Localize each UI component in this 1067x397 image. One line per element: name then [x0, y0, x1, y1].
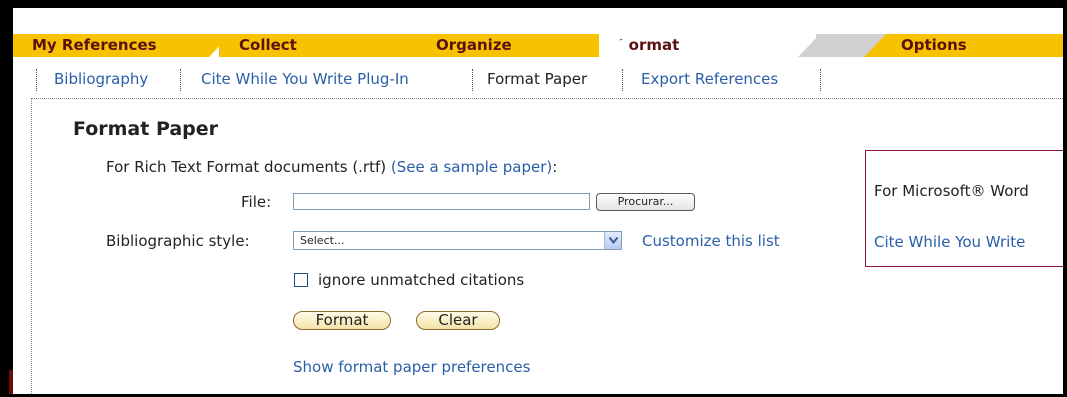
- customize-list-link[interactable]: Customize this list: [642, 232, 780, 250]
- tab-divider: [798, 34, 820, 57]
- tab-my-references[interactable]: My References: [13, 34, 219, 57]
- rtf-intro-colon: :: [552, 158, 558, 176]
- cite-while-you-write-link[interactable]: Cite While You Write: [874, 233, 1025, 251]
- word-plugin-text: For Microsoft® Word: [874, 182, 1029, 200]
- subnav-separator: [180, 69, 181, 91]
- subnav-separator: [36, 69, 37, 91]
- file-input[interactable]: [293, 193, 590, 210]
- ignore-unmatched-checkbox[interactable]: [294, 273, 308, 287]
- file-label: File:: [241, 193, 272, 211]
- rtf-intro: For Rich Text Format documents (.rtf) (S…: [106, 158, 557, 176]
- bibliographic-style-label: Bibliographic style:: [106, 232, 250, 250]
- tab-options[interactable]: Options: [886, 34, 1063, 57]
- see-sample-paper-link[interactable]: (See a sample paper): [391, 158, 552, 176]
- browse-button[interactable]: Procurar...: [596, 193, 695, 211]
- tab-divider: [599, 34, 629, 57]
- chevron-down-icon[interactable]: [604, 232, 621, 249]
- subnav-separator: [622, 69, 623, 91]
- subnav-separator: [472, 69, 473, 91]
- tab-divider: [864, 34, 886, 57]
- subnav-cite-while-you-write[interactable]: Cite While You Write Plug-In: [201, 67, 409, 91]
- rtf-intro-text: For Rich Text Format documents (.rtf): [106, 158, 387, 176]
- tab-collect[interactable]: Collect: [219, 34, 424, 57]
- subnav-format-paper[interactable]: Format Paper: [487, 67, 587, 91]
- page-title: Format Paper: [73, 118, 219, 140]
- subnav-separator: [820, 69, 821, 91]
- subnav-export-references[interactable]: Export References: [641, 67, 778, 91]
- style-selected-value: Select...: [300, 234, 345, 247]
- sub-navigation: Bibliography Cite While You Write Plug-I…: [13, 57, 1063, 97]
- tab-format[interactable]: Format: [599, 34, 799, 57]
- app-frame: My References Collect Organize Format Op…: [13, 8, 1063, 394]
- ignore-unmatched-label: ignore unmatched citations: [318, 271, 525, 289]
- content-divider: [31, 98, 32, 394]
- content-divider: [31, 98, 1063, 99]
- subnav-bibliography[interactable]: Bibliography: [54, 67, 148, 91]
- format-button[interactable]: Format: [293, 311, 391, 330]
- word-plugin-box: For Microsoft® Word Cite While You Write: [865, 150, 1063, 267]
- clear-button[interactable]: Clear: [416, 311, 500, 330]
- show-preferences-link[interactable]: Show format paper preferences: [293, 358, 530, 376]
- main-tab-strip: My References Collect Organize Format Op…: [13, 8, 1063, 57]
- bibliographic-style-select[interactable]: Select...: [293, 231, 622, 250]
